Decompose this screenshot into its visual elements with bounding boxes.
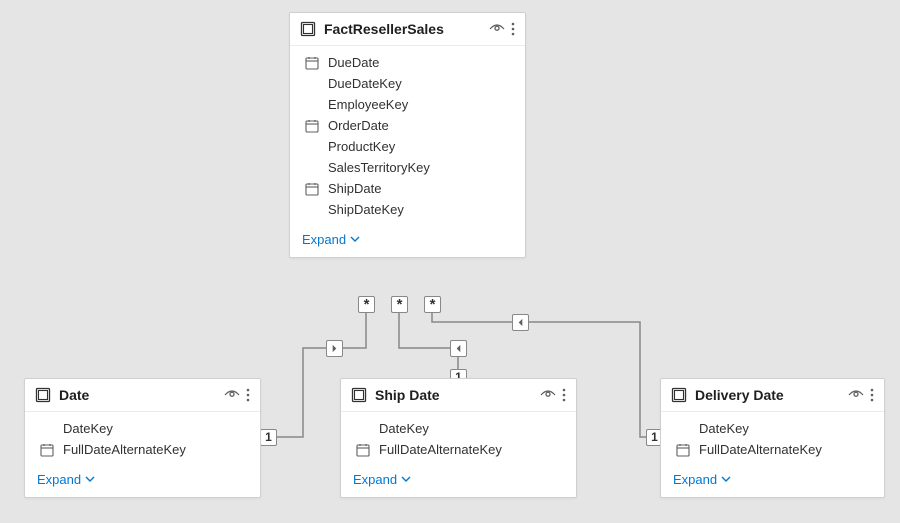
table-header[interactable]: Delivery Date (661, 379, 884, 412)
field-label: DateKey (63, 421, 113, 436)
filter-direction-icon (512, 314, 529, 331)
cardinality-many: * (424, 296, 441, 313)
field-row[interactable]: FullDateAlternateKey (661, 439, 884, 460)
table-header[interactable]: Ship Date (341, 379, 576, 412)
table-date[interactable]: Date DateKey FullDateAlternateKey Expand (24, 378, 261, 498)
chevron-down-icon (721, 472, 731, 487)
date-field-icon (675, 443, 691, 457)
field-list: DateKey FullDateAlternateKey (341, 412, 576, 466)
more-options-icon[interactable] (246, 388, 250, 402)
expand-button[interactable]: Expand (673, 472, 731, 487)
field-row[interactable]: OrderDate (290, 115, 525, 136)
field-label: FullDateAlternateKey (699, 442, 822, 457)
field-row[interactable]: DateKey (25, 418, 260, 439)
date-field-icon (304, 119, 320, 133)
field-label: OrderDate (328, 118, 389, 133)
field-label: ShipDate (328, 181, 381, 196)
visibility-icon[interactable] (489, 23, 505, 35)
table-icon (671, 387, 687, 403)
table-icon (300, 21, 316, 37)
field-label: DateKey (699, 421, 749, 436)
chevron-down-icon (401, 472, 411, 487)
more-options-icon[interactable] (562, 388, 566, 402)
field-label: ProductKey (328, 139, 395, 154)
date-field-icon (304, 56, 320, 70)
field-list: DueDate DueDateKey EmployeeKey OrderDate… (290, 46, 525, 226)
table-title: Ship Date (375, 387, 532, 403)
field-row[interactable]: SalesTerritoryKey (290, 157, 525, 178)
visibility-icon[interactable] (540, 389, 556, 401)
field-row[interactable]: DateKey (341, 418, 576, 439)
filter-direction-icon (326, 340, 343, 357)
field-row[interactable]: FullDateAlternateKey (341, 439, 576, 460)
field-row[interactable]: ShipDate (290, 178, 525, 199)
cardinality-one: 1 (260, 429, 277, 446)
table-header[interactable]: Date (25, 379, 260, 412)
table-header[interactable]: FactResellerSales (290, 13, 525, 46)
field-row[interactable]: FullDateAlternateKey (25, 439, 260, 460)
table-icon (35, 387, 51, 403)
field-label: DueDateKey (328, 76, 402, 91)
chevron-down-icon (85, 472, 95, 487)
table-delivery-date[interactable]: Delivery Date DateKey FullDateAlternateK… (660, 378, 885, 498)
field-label: ShipDateKey (328, 202, 404, 217)
field-label: DueDate (328, 55, 379, 70)
field-row[interactable]: ProductKey (290, 136, 525, 157)
expand-button[interactable]: Expand (353, 472, 411, 487)
filter-direction-icon (450, 340, 467, 357)
field-row[interactable]: ShipDateKey (290, 199, 525, 220)
expand-button[interactable]: Expand (37, 472, 95, 487)
table-ship-date[interactable]: Ship Date DateKey FullDateAlternateKey E… (340, 378, 577, 498)
field-label: SalesTerritoryKey (328, 160, 430, 175)
chevron-down-icon (350, 232, 360, 247)
field-list: DateKey FullDateAlternateKey (25, 412, 260, 466)
expand-button[interactable]: Expand (302, 232, 360, 247)
cardinality-many: * (391, 296, 408, 313)
visibility-icon[interactable] (848, 389, 864, 401)
field-label: FullDateAlternateKey (63, 442, 186, 457)
table-title: Delivery Date (695, 387, 840, 403)
table-icon (351, 387, 367, 403)
cardinality-many: * (358, 296, 375, 313)
date-field-icon (39, 443, 55, 457)
field-row[interactable]: DateKey (661, 418, 884, 439)
field-row[interactable]: EmployeeKey (290, 94, 525, 115)
field-label: FullDateAlternateKey (379, 442, 502, 457)
more-options-icon[interactable] (511, 22, 515, 36)
field-row[interactable]: DueDate (290, 52, 525, 73)
table-title: Date (59, 387, 216, 403)
more-options-icon[interactable] (870, 388, 874, 402)
field-label: DateKey (379, 421, 429, 436)
visibility-icon[interactable] (224, 389, 240, 401)
table-fact-reseller-sales[interactable]: FactResellerSales DueDate DueDateKey Emp… (289, 12, 526, 258)
field-label: EmployeeKey (328, 97, 408, 112)
date-field-icon (355, 443, 371, 457)
table-title: FactResellerSales (324, 21, 481, 37)
date-field-icon (304, 182, 320, 196)
field-list: DateKey FullDateAlternateKey (661, 412, 884, 466)
field-row[interactable]: DueDateKey (290, 73, 525, 94)
